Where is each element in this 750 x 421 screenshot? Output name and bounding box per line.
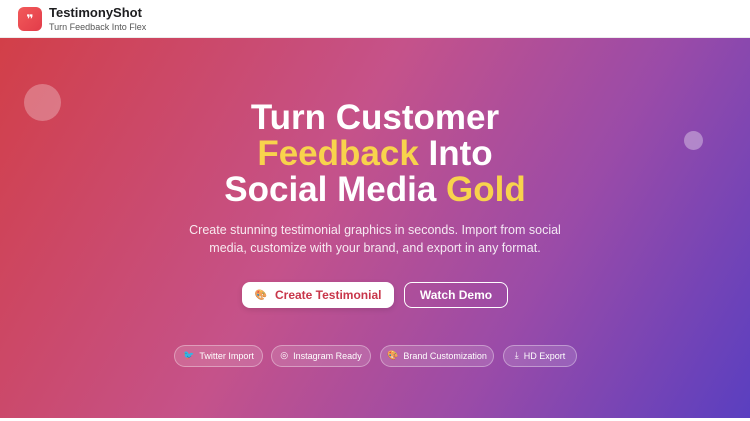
headline-line-2-rest: Into	[418, 134, 493, 173]
brand-name[interactable]: TestimonyShot	[49, 5, 146, 20]
headline-highlight-feedback: Feedback	[257, 134, 419, 173]
feature-pill-brand-customization[interactable]: 🎨 Brand Customization	[380, 345, 494, 367]
feature-pill-twitter-import[interactable]: 🐦 Twitter Import	[174, 345, 263, 367]
feature-pill-label: Twitter Import	[199, 351, 254, 361]
instagram-icon: ◎	[280, 351, 289, 361]
headline-line-1: Turn Customer	[250, 98, 500, 137]
download-icon: ⤓	[514, 351, 519, 361]
feature-pill-label: Instagram Ready	[293, 351, 362, 361]
top-navbar: ❞ TestimonyShot Turn Feedback Into Flex	[0, 0, 750, 38]
twitter-icon: 🐦	[183, 351, 195, 361]
brand-tagline: Turn Feedback Into Flex	[49, 21, 147, 32]
palette-icon: 🎨	[254, 289, 267, 301]
watch-demo-button[interactable]: Watch Demo	[404, 282, 508, 308]
create-testimonial-button[interactable]: 🎨 Create Testimonial	[242, 282, 394, 308]
quote-icon[interactable]: ❞	[18, 6, 42, 31]
headline-highlight-gold: Gold	[446, 170, 526, 209]
feature-pill-instagram-ready[interactable]: ◎ Instagram Ready	[271, 345, 371, 367]
palette-icon: 🎨	[387, 351, 399, 361]
hero-subtext: Create stunning testimonial graphics in …	[189, 223, 561, 255]
create-testimonial-label: Create Testimonial	[274, 288, 382, 302]
headline-line-3-rest: Social Media	[224, 170, 447, 209]
feature-pill-hd-export[interactable]: ⤓ HD Export	[503, 345, 577, 367]
hero-section: Turn Customer Feedback Into Social Media…	[0, 38, 750, 418]
hero-headline: Turn Customer Feedback Into Social Media…	[0, 100, 750, 208]
feature-pill-label: Brand Customization	[403, 351, 487, 361]
feature-pill-label: HD Export	[523, 351, 566, 361]
brand: TestimonyShot Turn Feedback Into Flex	[49, 5, 146, 33]
watch-demo-label: Watch Demo	[419, 288, 493, 302]
